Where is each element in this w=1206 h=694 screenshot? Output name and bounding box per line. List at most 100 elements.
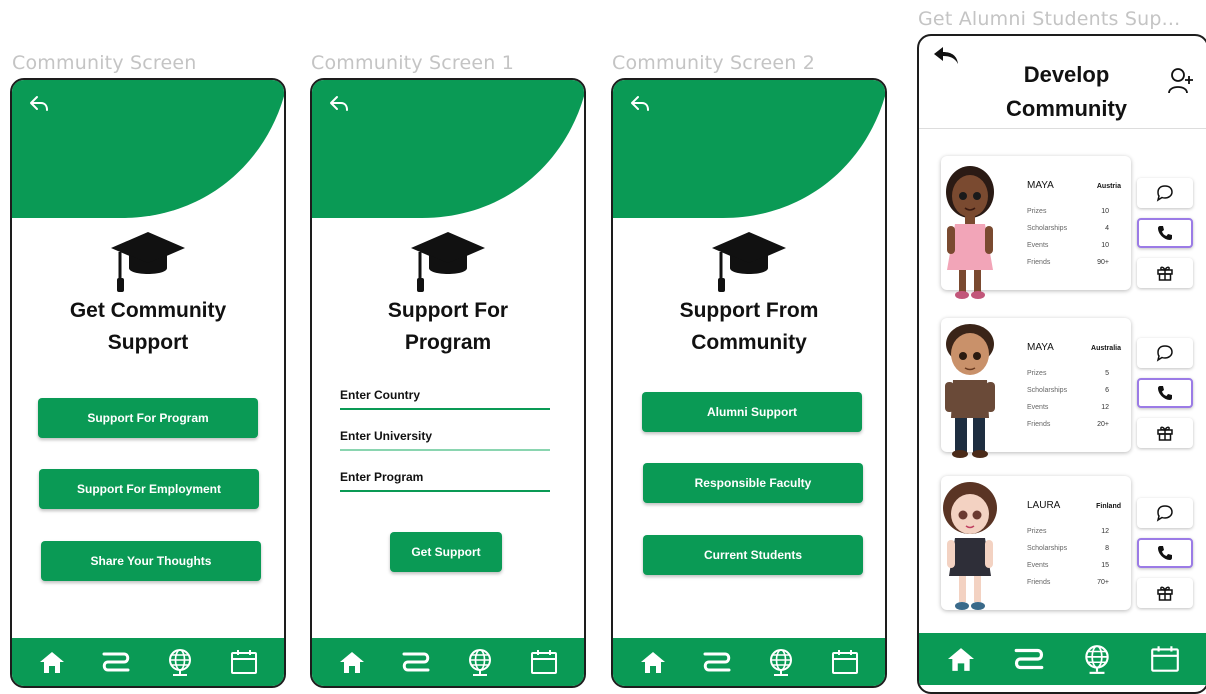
call-button[interactable] xyxy=(1137,538,1193,568)
country-field-label: Enter Country xyxy=(340,388,421,402)
home-icon[interactable] xyxy=(941,641,981,677)
hero-banner xyxy=(613,80,885,218)
back-arrow-icon[interactable] xyxy=(931,44,961,70)
stat-value: 8 xyxy=(1105,545,1109,552)
student-avatar xyxy=(943,482,997,610)
support-for-program-button[interactable]: Support For Program xyxy=(38,398,258,438)
program-field-label: Enter Program xyxy=(340,470,424,484)
frame-label-community-screen-2: Community Screen 2 xyxy=(612,52,816,74)
program-field[interactable]: Enter Program xyxy=(340,470,550,492)
stat-label: Friends xyxy=(1027,259,1051,266)
graduation-cap-icon xyxy=(712,232,786,292)
calendar-icon[interactable] xyxy=(224,644,264,680)
stat-label: Events xyxy=(1027,242,1049,249)
page-title: Develop Community xyxy=(1006,62,1127,121)
message-button[interactable] xyxy=(1137,178,1193,208)
chat-bubble-icon xyxy=(1156,185,1173,202)
stat-value: 70+ xyxy=(1097,579,1109,586)
share-your-thoughts-button[interactable]: Share Your Thoughts xyxy=(41,541,261,581)
stat-value: 4 xyxy=(1105,225,1109,232)
home-icon[interactable] xyxy=(633,644,673,680)
alumni-support-button[interactable]: Alumni Support xyxy=(642,392,862,432)
gift-button[interactable] xyxy=(1137,578,1193,608)
graduation-cap-icon xyxy=(411,232,485,292)
gift-button[interactable] xyxy=(1137,258,1193,288)
message-button[interactable] xyxy=(1137,498,1193,528)
home-icon[interactable] xyxy=(32,644,72,680)
stat-label: Prizes xyxy=(1027,370,1047,377)
hero-banner xyxy=(312,80,584,218)
gift-icon xyxy=(1157,266,1173,281)
frame-label-alumni-support: Get Alumni Students Sup... xyxy=(918,8,1181,30)
program-field-underline xyxy=(340,490,550,492)
frame-label-community-screen-1: Community Screen 1 xyxy=(311,52,515,74)
page-title: Support For Program xyxy=(387,299,509,354)
home-icon[interactable] xyxy=(332,644,372,680)
stat-value: 10 xyxy=(1101,242,1109,249)
country-field[interactable]: Enter Country xyxy=(340,388,550,410)
route-icon[interactable] xyxy=(697,644,737,680)
message-button[interactable] xyxy=(1137,338,1193,368)
globe-icon[interactable] xyxy=(761,644,801,680)
stat-label: Events xyxy=(1027,404,1049,411)
route-icon[interactable] xyxy=(96,644,136,680)
alumni-support-screen: Develop Community MAYA Austria Prizes Sch… xyxy=(917,34,1206,694)
stat-value: 5 xyxy=(1105,370,1109,377)
header-divider xyxy=(919,128,1206,129)
back-arrow-icon[interactable] xyxy=(629,94,651,114)
call-button[interactable] xyxy=(1137,378,1193,408)
student-name: MAYA xyxy=(1027,342,1054,353)
student-country: Australia xyxy=(1091,345,1121,352)
student-name: MAYA xyxy=(1027,180,1054,191)
bottom-nav xyxy=(613,638,885,686)
stat-label: Scholarships xyxy=(1027,387,1068,394)
stat-value: 20+ xyxy=(1097,421,1109,428)
back-arrow-icon[interactable] xyxy=(328,94,350,114)
bottom-nav xyxy=(919,633,1206,685)
current-students-button[interactable]: Current Students xyxy=(643,535,863,575)
stat-value: 90+ xyxy=(1097,259,1109,266)
bottom-nav xyxy=(312,638,584,686)
community-screen: Get Community Support Support For Program… xyxy=(10,78,286,688)
page-title: Support From Community xyxy=(679,299,819,354)
gift-icon xyxy=(1157,586,1173,601)
stat-label: Friends xyxy=(1027,579,1051,586)
community-screen-2: Support From Community Alumni Support Res… xyxy=(611,78,887,688)
calendar-icon[interactable] xyxy=(1145,641,1185,677)
globe-icon[interactable] xyxy=(1077,641,1117,677)
support-for-employment-button[interactable]: Support For Employment xyxy=(39,469,259,509)
route-icon[interactable] xyxy=(1009,641,1049,677)
chat-bubble-icon xyxy=(1156,345,1173,362)
stat-label: Prizes xyxy=(1027,528,1047,535)
university-field[interactable]: Enter University xyxy=(340,429,550,451)
gift-button[interactable] xyxy=(1137,418,1193,448)
university-field-underline xyxy=(340,449,550,451)
university-field-label: Enter University xyxy=(340,429,433,443)
calendar-icon[interactable] xyxy=(825,644,865,680)
globe-icon[interactable] xyxy=(160,644,200,680)
community-screen-1: Support For Program Enter Country Enter U… xyxy=(310,78,586,688)
stat-label: Events xyxy=(1027,562,1049,569)
stat-value: 15 xyxy=(1101,562,1109,569)
student-country: Austria xyxy=(1096,183,1121,190)
graduation-cap-icon xyxy=(111,232,185,292)
phone-icon xyxy=(1158,386,1172,400)
globe-icon[interactable] xyxy=(460,644,500,680)
stat-label: Scholarships xyxy=(1027,225,1068,232)
page-title: Get Community Support xyxy=(69,299,227,354)
call-button[interactable] xyxy=(1137,218,1193,248)
gift-icon xyxy=(1157,426,1173,441)
get-support-button[interactable]: Get Support xyxy=(390,532,502,572)
bottom-nav xyxy=(12,638,284,686)
stat-value: 12 xyxy=(1101,404,1109,411)
stat-value: 10 xyxy=(1101,208,1109,215)
stat-value: 12 xyxy=(1101,528,1109,535)
route-icon[interactable] xyxy=(396,644,436,680)
frame-label-community-screen: Community Screen xyxy=(12,52,197,74)
calendar-icon[interactable] xyxy=(524,644,564,680)
hero-banner xyxy=(12,80,284,218)
add-user-icon[interactable] xyxy=(1167,66,1195,96)
student-avatar xyxy=(946,166,994,299)
back-arrow-icon[interactable] xyxy=(28,94,50,114)
responsible-faculty-button[interactable]: Responsible Faculty xyxy=(643,463,863,503)
